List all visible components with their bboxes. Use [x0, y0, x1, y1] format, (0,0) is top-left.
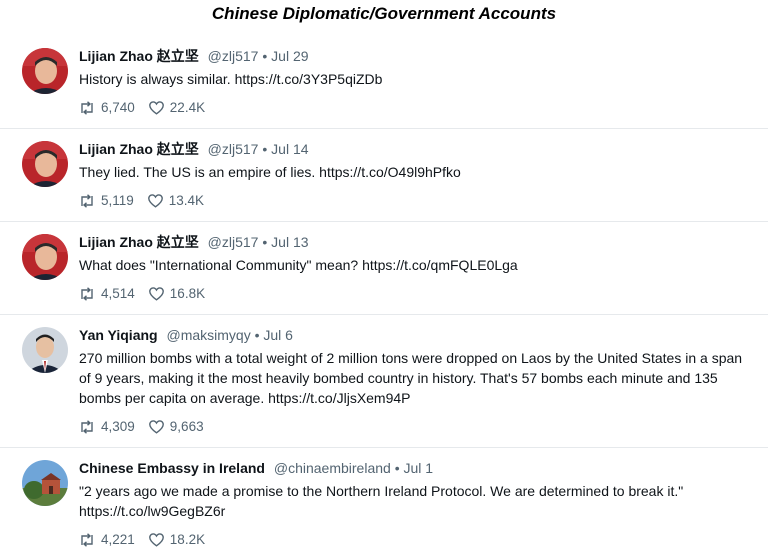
- retweet-icon: [81, 286, 93, 301]
- like-count: 18.2K: [169, 532, 206, 547]
- tweet-item[interactable]: Yan Yiqiang @maksimyqy • Jul 6 270 milli…: [0, 315, 768, 448]
- avatar[interactable]: [22, 48, 68, 94]
- tweet-item[interactable]: Chinese Embassy in Ireland @chinaembirel…: [0, 448, 768, 558]
- tweet-date[interactable]: Jul 6: [263, 327, 293, 343]
- author-handle[interactable]: @zlj517: [208, 48, 259, 64]
- author-handle[interactable]: @zlj517: [208, 234, 259, 250]
- tweet-item[interactable]: Lijian Zhao 赵立坚 @zlj517 • Jul 14 They li…: [0, 129, 768, 222]
- like-button[interactable]: 18.2K: [148, 532, 206, 547]
- avatar[interactable]: [22, 460, 68, 506]
- heart-icon: [148, 532, 164, 547]
- tweet-date[interactable]: Jul 1: [404, 460, 434, 476]
- heart-icon: [147, 193, 163, 208]
- retweet-button[interactable]: 4,514: [79, 286, 135, 301]
- tweet-date[interactable]: Jul 29: [271, 48, 308, 64]
- retweet-button[interactable]: 6,740: [79, 100, 135, 115]
- heart-icon: [148, 419, 164, 434]
- retweet-count: 4,309: [101, 419, 135, 434]
- author-name[interactable]: Lijian Zhao 赵立坚: [79, 48, 199, 64]
- avatar[interactable]: [22, 327, 68, 373]
- author-name[interactable]: Yan Yiqiang: [79, 327, 158, 343]
- tweet-text: History is always similar. https://t.co/…: [79, 71, 383, 87]
- like-count: 16.8K: [169, 286, 206, 301]
- retweet-button[interactable]: 4,309: [79, 419, 135, 434]
- avatar[interactable]: [22, 234, 68, 280]
- tweet-text: What does "International Community" mean…: [79, 257, 518, 273]
- separator-dot: •: [262, 48, 268, 64]
- avatar[interactable]: [22, 141, 68, 187]
- tweet-text: "2 years ago we made a promise to the No…: [79, 483, 684, 519]
- retweet-icon: [81, 532, 93, 547]
- like-button[interactable]: 9,663: [148, 419, 204, 434]
- heart-icon: [148, 100, 164, 115]
- tweet-text: 270 million bombs with a total weight of…: [79, 350, 743, 406]
- like-count: 13.4K: [168, 193, 205, 208]
- like-button[interactable]: 22.4K: [148, 100, 206, 115]
- retweet-button[interactable]: 5,119: [79, 193, 134, 208]
- retweet-count: 4,221: [101, 532, 135, 547]
- author-handle[interactable]: @maksimyqy: [166, 327, 250, 343]
- tweet-text: They lied. The US is an empire of lies. …: [79, 164, 461, 180]
- retweet-icon: [81, 100, 93, 115]
- separator-dot: •: [254, 327, 260, 343]
- tweet-item[interactable]: Lijian Zhao 赵立坚 @zlj517 • Jul 13 What do…: [0, 222, 768, 315]
- retweet-count: 5,119: [101, 193, 134, 208]
- heart-icon: [148, 286, 164, 301]
- separator-dot: •: [394, 460, 400, 476]
- like-button[interactable]: 13.4K: [147, 193, 205, 208]
- retweet-count: 4,514: [101, 286, 135, 301]
- like-count: 22.4K: [169, 100, 206, 115]
- retweet-button[interactable]: 4,221: [79, 532, 135, 547]
- tweet-date[interactable]: Jul 13: [271, 234, 308, 250]
- tweet-item[interactable]: Lijian Zhao 赵立坚 @zlj517 • Jul 29 History…: [0, 36, 768, 129]
- retweet-count: 6,740: [101, 100, 135, 115]
- author-handle[interactable]: @zlj517: [208, 141, 259, 157]
- like-button[interactable]: 16.8K: [148, 286, 206, 301]
- separator-dot: •: [262, 234, 268, 250]
- tweet-feed: Lijian Zhao 赵立坚 @zlj517 • Jul 29 History…: [0, 36, 768, 558]
- page-title: Chinese Diplomatic/Government Accounts: [211, 4, 557, 23]
- retweet-icon: [81, 419, 93, 434]
- retweet-icon: [81, 193, 93, 208]
- like-count: 9,663: [169, 419, 204, 434]
- author-name[interactable]: Chinese Embassy in Ireland: [79, 460, 265, 476]
- author-handle[interactable]: @chinaembireland: [274, 460, 391, 476]
- separator-dot: •: [262, 141, 268, 157]
- author-name[interactable]: Lijian Zhao 赵立坚: [79, 141, 199, 157]
- author-name[interactable]: Lijian Zhao 赵立坚: [79, 234, 199, 250]
- tweet-date[interactable]: Jul 14: [271, 141, 308, 157]
